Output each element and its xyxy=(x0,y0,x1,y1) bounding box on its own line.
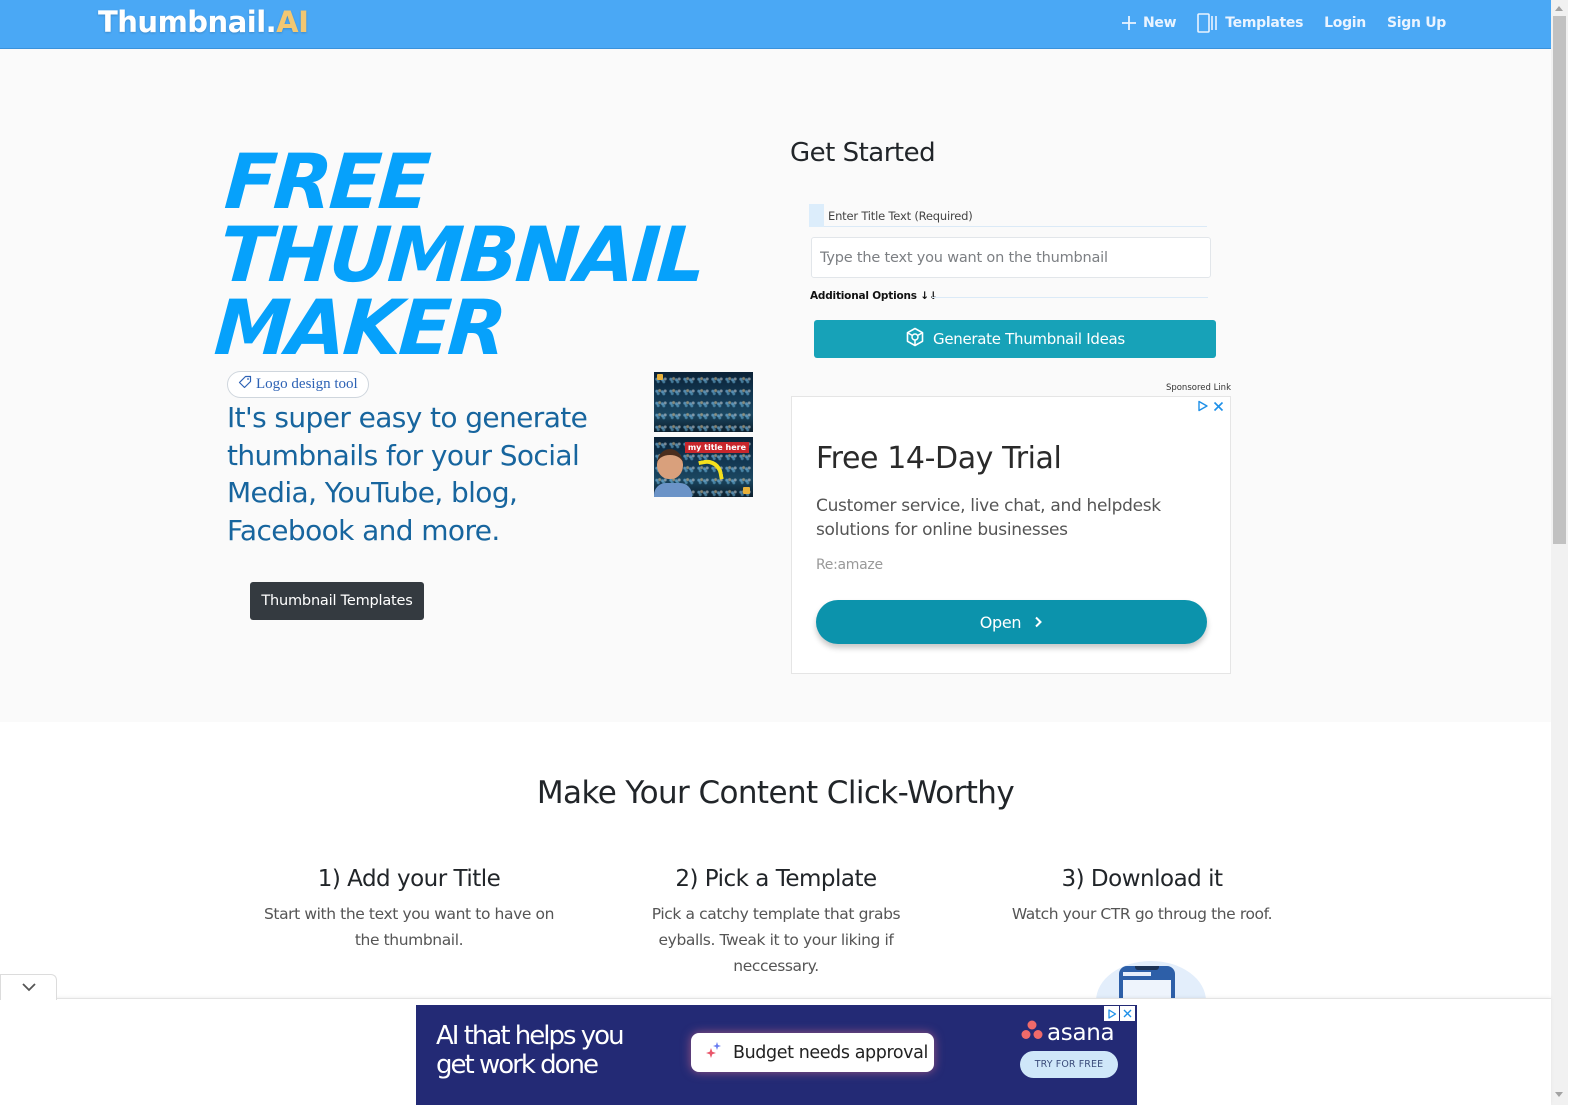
hero-title-line: THUMBNAIL xyxy=(216,210,706,299)
try-for-free-button[interactable]: TRY FOR FREE xyxy=(1020,1051,1118,1078)
banner-pill: Budget needs approval xyxy=(691,1033,934,1072)
sample-thumbnails: my title here xyxy=(654,372,753,502)
brand-accent: AI xyxy=(276,5,309,39)
title-text-input[interactable] xyxy=(811,237,1211,278)
nav-new-label: New xyxy=(1143,15,1177,31)
ad-open-label: Open xyxy=(979,612,1022,632)
ad-title[interactable]: Free 14-Day Trial xyxy=(816,441,1062,476)
cube-icon xyxy=(905,327,925,351)
get-started-title: Get Started xyxy=(790,138,936,168)
navbar: Thumbnail.AI New Templates Login Sign Up xyxy=(0,0,1551,49)
hero-section: FREE THUMBNAIL MAKER Logo design tool It… xyxy=(0,49,1551,722)
feature-download: 3) Download it Watch your CTR go throug … xyxy=(982,866,1302,927)
hero-subtitle: It's super easy to generate thumbnails f… xyxy=(227,401,588,547)
asana-brand: asana xyxy=(1047,1020,1115,1046)
feature-text: Watch your CTR go throug the roof. xyxy=(1011,905,1273,923)
banner-headline-line: AI that helps you xyxy=(436,1021,625,1051)
banner-headline-line: get work done xyxy=(436,1050,599,1080)
phone-illustration xyxy=(1096,957,1206,1001)
sample-thumbnail-person: my title here xyxy=(654,437,753,497)
generate-button-label: Generate Thumbnail Ideas xyxy=(933,330,1125,348)
additional-options-toggle[interactable]: Additional Options ↓↓ xyxy=(810,290,938,302)
nav-signup-label: Sign Up xyxy=(1386,15,1446,31)
hero-title: FREE THUMBNAIL MAKER xyxy=(211,137,710,372)
sponsored-ad[interactable]: Free 14-Day Trial Customer service, live… xyxy=(791,396,1231,674)
feature-text: Pick a catchy template that grabs eyball… xyxy=(651,905,901,975)
banner-pill-text: Budget needs approval xyxy=(733,1042,928,1063)
ad-description: Customer service, live chat, and helpdes… xyxy=(816,496,1161,540)
feature-title: 3) Download it xyxy=(1061,866,1223,892)
feature-text: Start with the text you want to have on … xyxy=(263,905,555,949)
phone-icon xyxy=(1119,966,1175,1001)
banner-headline: AI that helps you get work done xyxy=(436,1021,625,1080)
ad-open-button[interactable]: Open xyxy=(816,600,1207,644)
sample-title-badge: my title here xyxy=(684,442,749,453)
plus-icon xyxy=(1121,15,1137,31)
logo-tag-label: Logo design tool xyxy=(256,376,358,392)
sponsored-label: Sponsored Link xyxy=(1165,383,1231,393)
logo-design-tool-link[interactable]: Logo design tool xyxy=(227,371,369,398)
feature-title: 1) Add your Title xyxy=(317,866,501,892)
brand-logo[interactable]: Thumbnail.AI xyxy=(98,5,309,39)
generate-thumbnail-ideas-button[interactable]: Generate Thumbnail Ideas xyxy=(814,320,1216,358)
adchoices-icon[interactable] xyxy=(1197,399,1209,417)
chevron-right-icon xyxy=(1033,613,1043,632)
adchoices-icon[interactable] xyxy=(1104,1006,1119,1021)
asana-logo: asana xyxy=(1021,1020,1115,1046)
person-face-image xyxy=(657,449,683,479)
templates-icon xyxy=(1197,13,1219,33)
chevron-down-icon xyxy=(21,979,37,997)
page-scrollbar[interactable] xyxy=(1551,0,1568,1105)
asana-dots-icon xyxy=(1021,1020,1043,1046)
nav-templates-label: Templates xyxy=(1225,15,1304,31)
scroll-thumb[interactable] xyxy=(1553,16,1566,544)
nav-signup[interactable]: Sign Up xyxy=(1387,15,1446,31)
additional-options-row: Additional Options ↓↓ xyxy=(810,290,1208,304)
title-field-label: Enter Title Text (Required) xyxy=(828,209,973,223)
sample-thumbnail-city xyxy=(654,372,753,432)
nav-login[interactable]: Login xyxy=(1324,15,1366,31)
tag-icon xyxy=(238,375,252,394)
nav-links: New Templates Login Sign Up xyxy=(1121,0,1446,46)
ad-advertiser: Re:amaze xyxy=(816,557,883,573)
ad-close-icon[interactable] xyxy=(1213,399,1224,417)
banner-ad-controls xyxy=(1104,1006,1135,1021)
brand-main: Thumbnail. xyxy=(98,5,277,39)
feature-title: 2) Pick a Template xyxy=(675,866,877,892)
hero-title-line: FREE xyxy=(221,137,431,226)
bottom-banner-ad[interactable]: AI that helps you get work done Budget n… xyxy=(416,1005,1137,1105)
ad-controls xyxy=(1197,399,1224,417)
ad-close-icon[interactable] xyxy=(1120,1006,1135,1021)
sparkle-icon xyxy=(705,1041,723,1064)
thumbnail-templates-button[interactable]: Thumbnail Templates xyxy=(250,582,424,620)
scroll-down-arrow-icon[interactable] xyxy=(1555,1092,1563,1097)
feature-pick-template: 2) Pick a Template Pick a catchy templat… xyxy=(616,866,936,979)
nav-new[interactable]: New xyxy=(1121,15,1177,31)
collapse-ad-button[interactable] xyxy=(0,974,57,1000)
nav-login-label: Login xyxy=(1324,15,1366,31)
features-title: Make Your Content Click-Worthy xyxy=(536,775,1015,811)
feature-add-title: 1) Add your Title Start with the text yo… xyxy=(249,866,569,953)
title-field-label-row: Enter Title Text (Required) xyxy=(809,204,1207,227)
thumbs-down-icon xyxy=(657,374,663,380)
thumbs-up-icon xyxy=(743,487,750,494)
hero-title-line: MAKER xyxy=(211,283,507,372)
nav-templates[interactable]: Templates xyxy=(1197,13,1303,33)
scroll-up-arrow-icon[interactable] xyxy=(1555,6,1563,11)
